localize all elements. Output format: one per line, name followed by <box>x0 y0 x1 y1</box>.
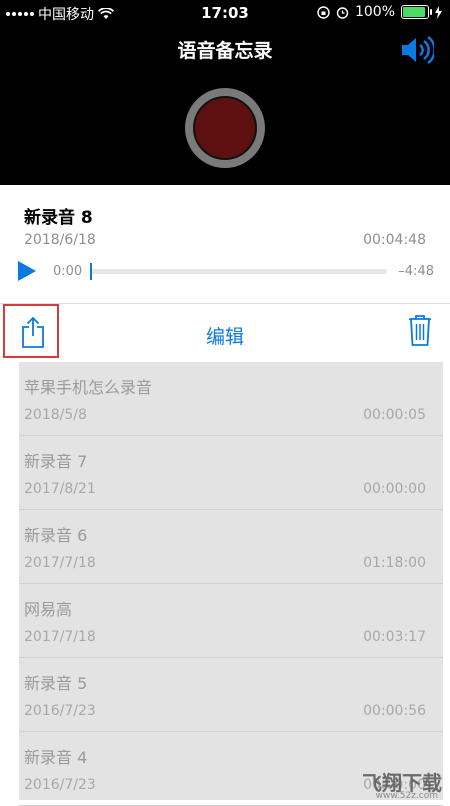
item-name: 新录音 5 <box>24 674 88 693</box>
playback-scrubber[interactable] <box>91 269 387 274</box>
item-duration: 00:00:05 <box>363 407 426 423</box>
charging-icon <box>435 5 442 19</box>
scrubber-thumb[interactable] <box>90 263 92 280</box>
item-date: 2018/5/8 <box>24 407 87 423</box>
list-item[interactable]: 网易高 2017/7/18 00:03:17 <box>19 584 443 658</box>
item-name: 新录音 4 <box>24 748 88 767</box>
edit-button[interactable]: 编辑 <box>206 326 244 348</box>
lock-rotation-icon <box>317 5 330 19</box>
item-duration: 00:00:56 <box>363 703 426 719</box>
page-title: 语音备忘录 <box>177 40 273 62</box>
item-name: 苹果手机怎么录音 <box>24 378 153 397</box>
item-date: 2017/7/18 <box>24 629 96 645</box>
current-recording: 新录音 8 2018/6/18 00:04:48 0:00 –4:48 <box>0 185 450 303</box>
battery-percent: 100% <box>354 4 395 20</box>
item-date: 2016/7/23 <box>24 777 96 793</box>
speaker-icon[interactable] <box>400 35 434 65</box>
list-item[interactable]: 新录音 5 2016/7/23 00:00:56 <box>19 658 443 732</box>
item-duration: 01:18:00 <box>363 555 426 571</box>
item-date: 2017/7/18 <box>24 555 96 571</box>
item-date: 2016/7/23 <box>24 703 96 719</box>
record-button[interactable] <box>185 88 265 168</box>
recording-date: 2018/6/18 <box>24 232 96 248</box>
list-item[interactable]: 新录音 6 2017/7/18 01:18:00 <box>19 510 443 584</box>
item-duration: 00:00:00 <box>363 481 426 497</box>
item-name: 网易高 <box>24 600 73 619</box>
alarm-icon <box>336 6 349 19</box>
action-bar: 编辑 <box>0 303 450 363</box>
play-icon[interactable] <box>18 261 36 281</box>
watermark: 飞翔下载 www.52z.com <box>362 767 442 801</box>
recorder-header: 中国移动 17:03 100% 语音备忘录 <box>0 0 450 185</box>
item-date: 2017/8/21 <box>24 481 96 497</box>
record-dot-icon <box>193 96 257 160</box>
recording-name: 新录音 8 <box>24 208 93 228</box>
recording-duration: 00:04:48 <box>363 232 426 248</box>
list-item[interactable]: 苹果手机怎么录音 2018/5/8 00:00:05 <box>19 362 443 436</box>
item-duration: 00:03:17 <box>363 629 426 645</box>
playback-remaining: –4:48 <box>398 264 434 279</box>
status-bar: 中国移动 17:03 100% <box>0 0 450 26</box>
battery-fill <box>403 7 425 17</box>
playback-position: 0:00 <box>53 264 83 279</box>
list-item[interactable]: 新录音 7 2017/8/21 00:00:00 <box>19 436 443 510</box>
battery-icon <box>401 5 432 19</box>
trash-icon[interactable] <box>408 314 432 346</box>
item-name: 新录音 7 <box>24 452 88 471</box>
item-name: 新录音 6 <box>24 526 88 545</box>
recordings-list: 苹果手机怎么录音 2018/5/8 00:00:05 新录音 7 2017/8/… <box>0 362 450 806</box>
